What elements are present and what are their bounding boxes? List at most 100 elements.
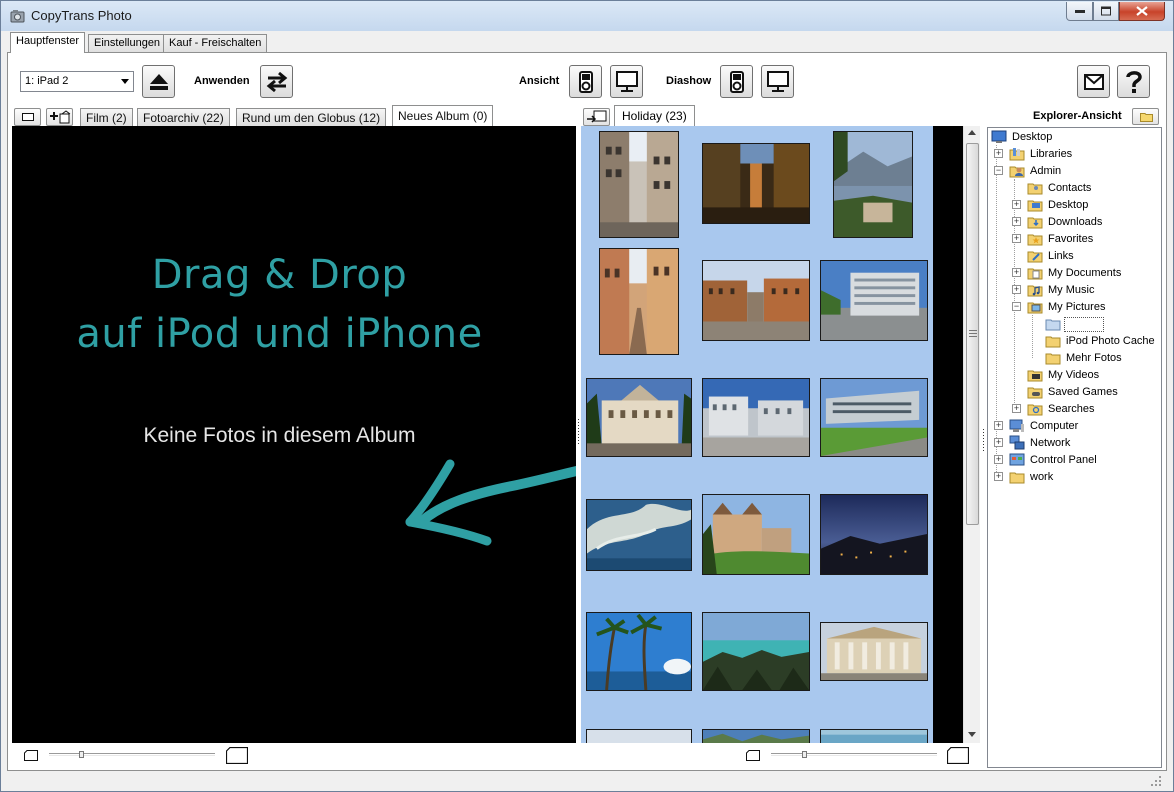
pc-zoom-bar xyxy=(581,743,981,769)
photo-thumbnail[interactable] xyxy=(702,378,810,457)
folder-icon xyxy=(1045,336,1061,348)
monitor-icon xyxy=(615,70,638,92)
add-album-icon xyxy=(49,110,70,124)
photo-thumbnail[interactable] xyxy=(820,729,928,743)
explorer-tree[interactable]: Desktop + Libraries − Admin Contacts + D… xyxy=(987,127,1162,768)
photo-thumbnail[interactable] xyxy=(702,494,810,575)
expand-icon[interactable]: + xyxy=(994,421,1003,430)
photo-thumbnail[interactable] xyxy=(586,378,692,457)
single-view-button[interactable] xyxy=(14,108,41,126)
expand-icon[interactable]: + xyxy=(994,149,1003,158)
expand-icon[interactable]: + xyxy=(1012,404,1021,413)
photo-grid[interactable] xyxy=(581,126,933,743)
scroll-down-arrow-icon[interactable] xyxy=(968,732,976,737)
photo-thumbnail[interactable] xyxy=(586,729,692,743)
scroll-up-arrow-icon[interactable] xyxy=(968,130,976,135)
expand-icon[interactable]: + xyxy=(1012,234,1021,243)
view-computer-button[interactable] xyxy=(610,65,643,98)
libraries-folder-icon xyxy=(1009,148,1025,161)
photo-thumbnail[interactable] xyxy=(820,622,928,681)
device-zoom-slider[interactable] xyxy=(49,753,215,756)
collapse-icon[interactable]: − xyxy=(994,166,1003,175)
help-button[interactable] xyxy=(1117,65,1150,98)
minimize-button[interactable] xyxy=(1066,2,1093,21)
pictures-folder-icon xyxy=(1027,302,1043,314)
scroll-grip-icon xyxy=(969,330,977,337)
right-splitter-grip[interactable] xyxy=(982,429,985,459)
small-photo-icon xyxy=(24,750,38,761)
maximize-button[interactable] xyxy=(1093,2,1119,21)
drop-title-line1: Drag & Drop xyxy=(151,252,408,298)
slideshow-device-button[interactable] xyxy=(720,65,753,98)
email-button[interactable] xyxy=(1077,65,1110,98)
photo-thumbnail[interactable] xyxy=(833,131,913,238)
tab-einstellungen[interactable]: Einstellungen xyxy=(88,34,167,52)
pc-zoom-slider[interactable] xyxy=(771,753,937,756)
device-select[interactable]: 1: iPad 2 xyxy=(20,71,134,92)
resize-grip-icon[interactable] xyxy=(1151,776,1161,786)
photo-thumbnail[interactable] xyxy=(702,729,810,743)
expand-icon[interactable]: + xyxy=(1012,285,1021,294)
collapse-icon[interactable]: − xyxy=(1012,302,1021,311)
folder-icon xyxy=(1045,353,1061,365)
computer-icon xyxy=(1009,419,1024,432)
transfer-arrows-icon xyxy=(266,71,287,92)
scrollbar-thumb[interactable] xyxy=(966,143,979,525)
expand-icon[interactable]: + xyxy=(994,438,1003,447)
ipod-icon xyxy=(729,70,744,93)
favorites-folder-icon xyxy=(1027,234,1043,246)
drag-arrow-icon xyxy=(405,459,576,546)
explorer-view-button[interactable] xyxy=(1132,108,1159,125)
album-tab-film[interactable]: Film (2) xyxy=(80,108,133,126)
device-drop-zone[interactable]: Drag & Drop auf iPod und iPhone Keine Fo… xyxy=(12,126,576,743)
photo-thumbnail[interactable] xyxy=(599,248,679,355)
expand-icon[interactable]: + xyxy=(1012,200,1021,209)
photo-thumbnail[interactable] xyxy=(702,260,810,341)
control-panel-icon xyxy=(1009,453,1025,466)
tab-kauf-freischalten[interactable]: Kauf - Freischalten xyxy=(163,34,268,52)
desktop-icon xyxy=(991,130,1007,143)
eject-button[interactable] xyxy=(142,65,175,98)
view-device-button[interactable] xyxy=(569,65,602,98)
expand-icon[interactable]: + xyxy=(1012,217,1021,226)
large-photo-icon xyxy=(947,747,969,764)
add-album-button[interactable] xyxy=(46,108,73,126)
photo-grid-scrollbar[interactable] xyxy=(963,126,980,743)
album-tab-fotoarchiv[interactable]: Fotoarchiv (22) xyxy=(137,108,230,126)
pc-zoom-thumb[interactable] xyxy=(802,751,807,758)
expand-icon[interactable]: + xyxy=(1012,268,1021,277)
photo-thumbnail[interactable] xyxy=(586,499,692,571)
small-photo-icon xyxy=(746,750,760,761)
square-icon xyxy=(21,113,34,121)
photo-thumbnail[interactable] xyxy=(599,131,679,238)
switch-album-icon xyxy=(586,110,606,123)
slideshow-computer-button[interactable] xyxy=(761,65,794,98)
left-splitter-grip[interactable] xyxy=(577,419,580,449)
device-zoom-bar xyxy=(12,743,576,769)
folder-icon xyxy=(1009,472,1025,484)
title-bar: CopyTrans Photo xyxy=(1,1,1173,31)
documents-folder-icon xyxy=(1027,268,1043,280)
apply-button[interactable] xyxy=(260,65,293,98)
photo-thumbnail[interactable] xyxy=(586,612,692,691)
device-zoom-thumb[interactable] xyxy=(79,751,84,758)
photo-thumbnail[interactable] xyxy=(702,612,810,691)
folder-icon xyxy=(1140,113,1153,122)
photo-thumbnail[interactable] xyxy=(820,378,928,457)
maximize-icon xyxy=(1101,6,1111,16)
photo-thumbnail[interactable] xyxy=(702,143,810,224)
photo-thumbnail[interactable] xyxy=(820,494,928,575)
close-button[interactable] xyxy=(1119,2,1165,21)
album-tab-holiday[interactable]: Holiday (23) xyxy=(614,105,695,126)
photo-thumbnail[interactable] xyxy=(820,260,928,341)
status-bar xyxy=(7,772,1167,790)
switch-album-button[interactable] xyxy=(583,108,610,126)
expand-icon[interactable]: + xyxy=(994,472,1003,481)
explorer-view-label: Explorer-Ansicht xyxy=(1033,110,1122,122)
tab-hauptfenster[interactable]: Hauptfenster xyxy=(10,32,85,53)
album-tab-rund-um-den-globus[interactable]: Rund um den Globus (12) xyxy=(236,108,387,126)
album-tab-neues-album[interactable]: Neues Album (0) xyxy=(392,105,494,126)
window-title: CopyTrans Photo xyxy=(31,8,132,23)
links-folder-icon xyxy=(1027,251,1043,263)
expand-icon[interactable]: + xyxy=(994,455,1003,464)
